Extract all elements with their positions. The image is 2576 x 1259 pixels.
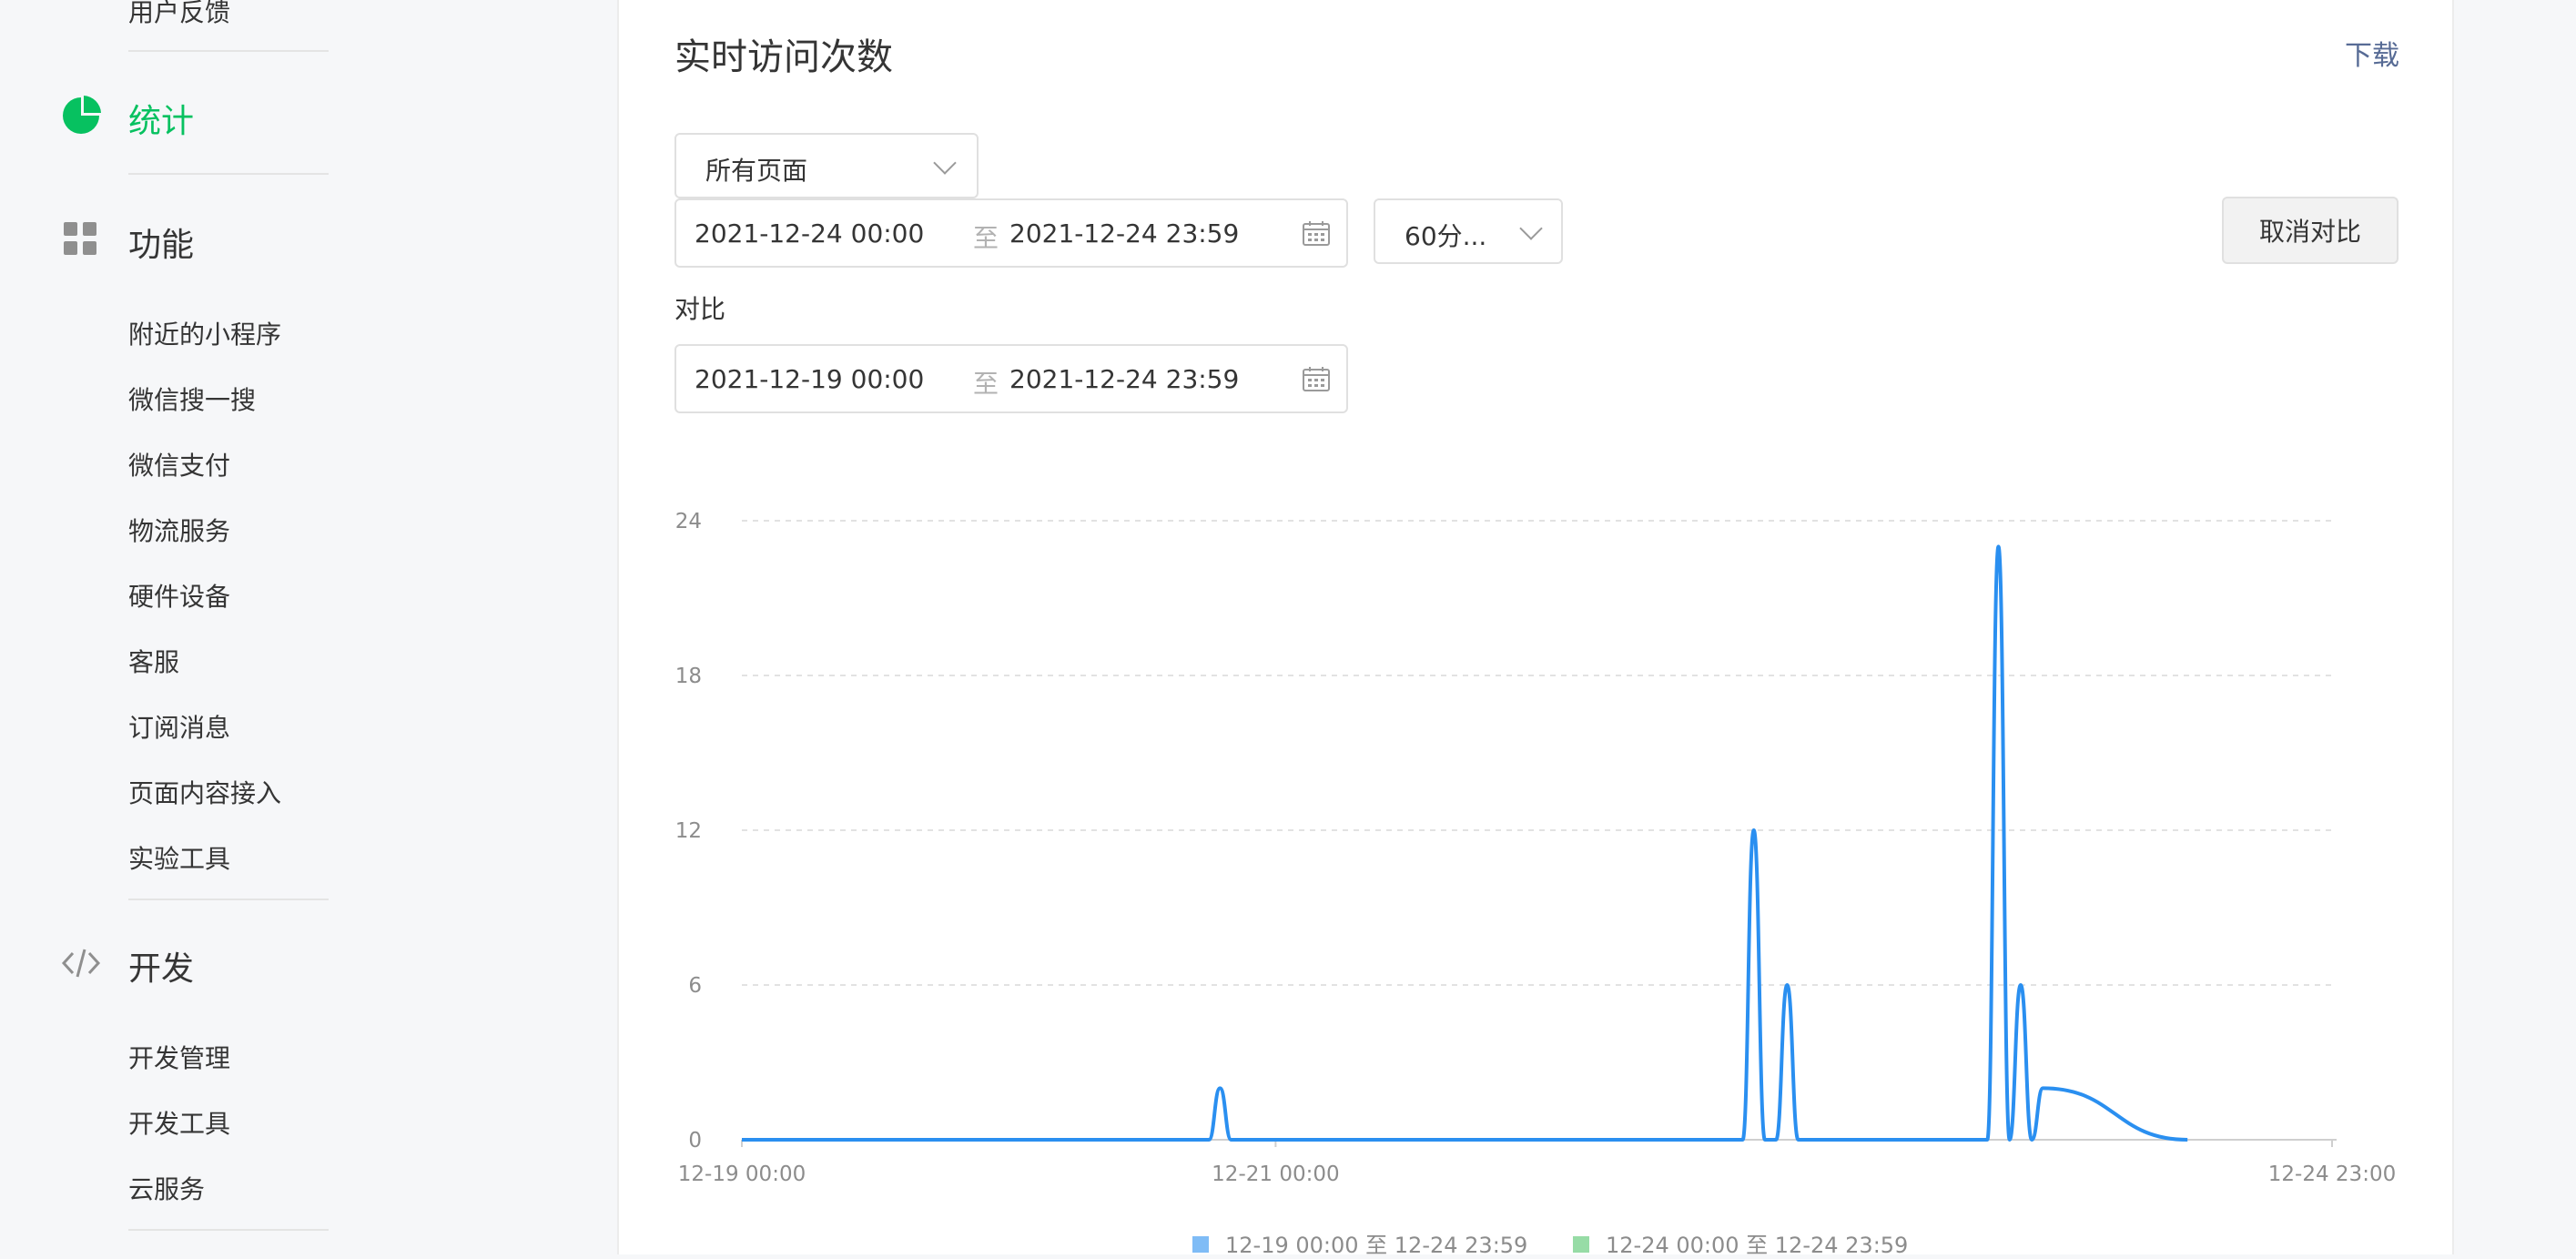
grid-icon [64, 222, 96, 255]
sidebar-item-user-feedback[interactable]: 用户反馈 [128, 0, 230, 29]
x-tick-label: 12-24 23:00 [2268, 1163, 2396, 1186]
sidebar-divider [128, 899, 329, 900]
series-line-compare [742, 544, 2188, 1142]
code-icon [61, 949, 101, 978]
y-tick-label: 12 [675, 819, 702, 843]
visits-line-chart: 0 6 12 18 24 12-19 00:00 12-21 00:00 12-24 23:0… [675, 510, 2397, 1186]
sidebar-item-nearby-miniprogram[interactable]: 附近的小程序 [128, 315, 281, 351]
sidebar: 用户反馈 统计 功能 附近的小程序 微信搜一搜 微信支付 物流服务 硬件设备 客… [0, 0, 459, 1254]
sidebar-item-subscribe-messages[interactable]: 订阅消息 [128, 708, 230, 745]
sidebar-item-dev-tools[interactable]: 开发工具 [128, 1104, 230, 1141]
sidebar-item-experiment-tools[interactable]: 实验工具 [128, 839, 230, 876]
y-tick-label: 0 [688, 1129, 702, 1152]
sidebar-item-wechat-search[interactable]: 微信搜一搜 [128, 381, 256, 417]
sidebar-item-dev-management[interactable]: 开发管理 [128, 1039, 230, 1075]
sidebar-item-wechat-pay[interactable]: 微信支付 [128, 446, 230, 482]
sidebar-divider [128, 173, 329, 175]
y-tick-label: 24 [675, 510, 702, 533]
x-tick-label: 12-21 00:00 [1212, 1163, 1339, 1186]
legend-swatch-current [1573, 1236, 1589, 1253]
realtime-visits-card: 实时访问次数 下载 所有页面 2021-12-24 00:00 至 2021-1… [617, 0, 2454, 1258]
sidebar-item-logistics[interactable]: 物流服务 [128, 512, 230, 548]
y-tick-label: 6 [688, 974, 702, 998]
y-tick-label: 18 [675, 665, 702, 688]
sidebar-item-hardware[interactable]: 硬件设备 [128, 577, 230, 614]
sidebar-item-customer-service[interactable]: 客服 [128, 643, 179, 679]
pie-chart-icon [63, 96, 101, 134]
sidebar-divider [128, 1229, 329, 1231]
sidebar-item-page-content[interactable]: 页面内容接入 [128, 774, 281, 810]
sidebar-divider [128, 50, 329, 52]
sidebar-item-features[interactable]: 功能 [128, 218, 194, 266]
sidebar-item-stats[interactable]: 统计 [128, 95, 194, 142]
sidebar-item-cloud-service[interactable]: 云服务 [128, 1170, 205, 1206]
content-gutter [457, 0, 617, 1254]
sidebar-item-develop[interactable]: 开发 [128, 942, 194, 990]
legend-swatch-compare [1192, 1236, 1209, 1253]
x-tick-label: 12-19 00:00 [678, 1163, 806, 1186]
